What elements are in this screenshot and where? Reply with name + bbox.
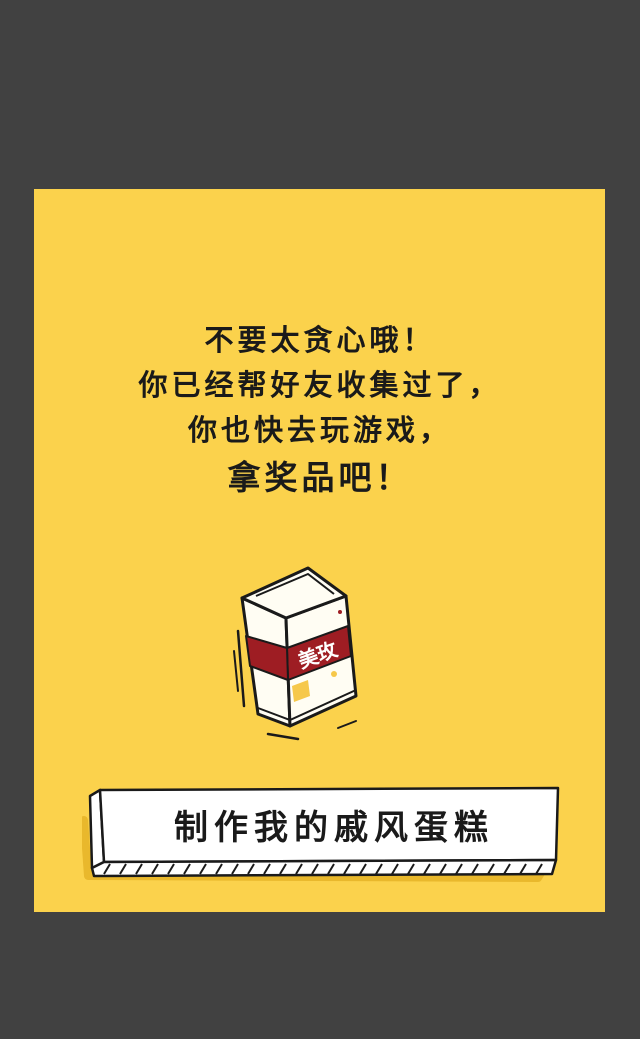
message-line-2: 你已经帮好友收集过了， [138, 368, 502, 402]
cosmetic-box-icon: 美玫 [228, 556, 378, 746]
popup-message: 不要太贪心哦！ 你已经帮好友收集过了， 你也快去玩游戏， 拿奖品吧！ [0, 318, 640, 507]
message-line-3: 你也快去玩游戏， [187, 413, 452, 447]
make-cake-button[interactable]: 制作我的戚风蛋糕 [82, 782, 566, 882]
message-line-1: 不要太贪心哦！ [204, 323, 436, 357]
message-line-4: 拿奖品吧！ [227, 458, 413, 497]
make-cake-button-label: 制作我的戚风蛋糕 [174, 808, 494, 848]
